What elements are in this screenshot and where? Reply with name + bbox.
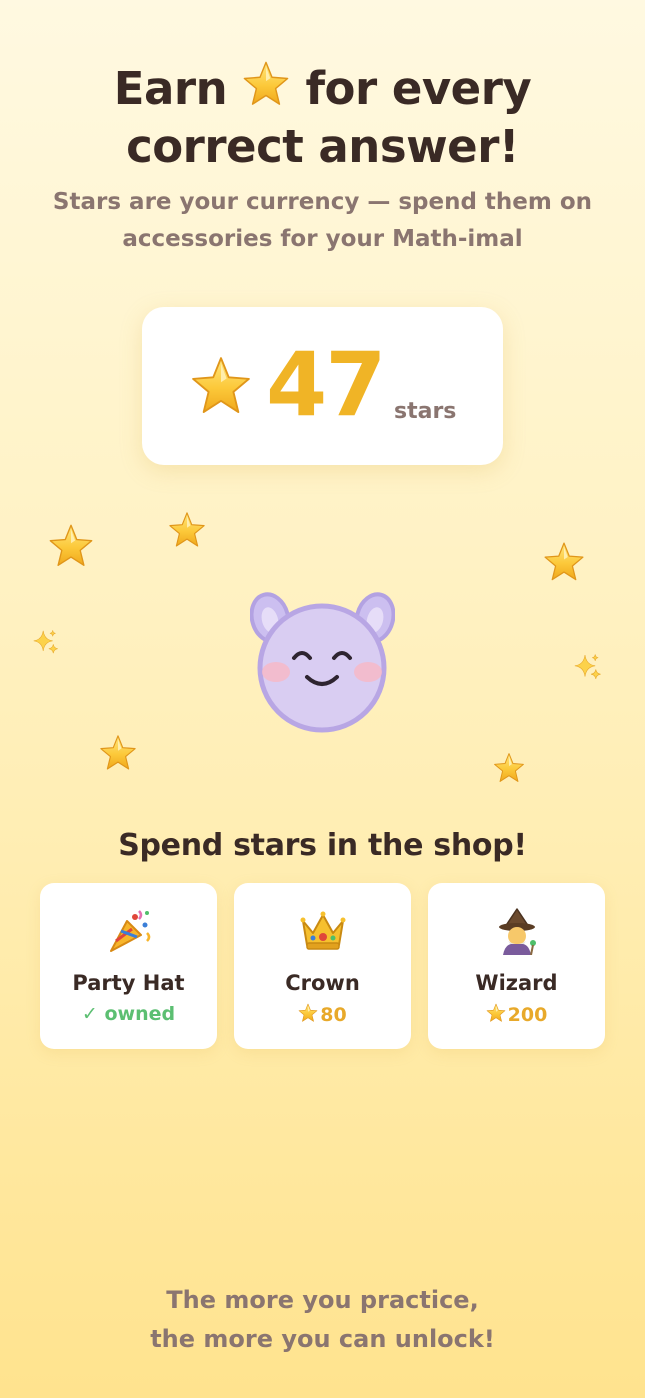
- shop-item-price: 200: [428, 1003, 605, 1028]
- shop-item-name: Party Hat: [72, 971, 185, 995]
- party-popper-icon: [40, 907, 217, 959]
- shop-item-name: Crown: [285, 971, 360, 995]
- star-icon: [99, 734, 137, 776]
- headline-line-1: Earn for every: [0, 60, 645, 120]
- star-icon: [493, 752, 525, 788]
- headline-part-2: for every: [290, 62, 532, 115]
- price-value: 80: [320, 1004, 347, 1026]
- star-icon: [168, 511, 206, 553]
- wizard-icon: [428, 907, 605, 959]
- shop-item-party-hat[interactable]: Party Hat ✓ owned: [40, 883, 217, 1049]
- shop-item-wizard[interactable]: Wizard 200: [428, 883, 605, 1049]
- star-icon: [486, 1003, 506, 1028]
- star-icon: [543, 541, 585, 587]
- price-value: 200: [507, 1004, 548, 1026]
- mathimal-face-icon: [249, 592, 396, 733]
- star-balance-value: 47: [266, 333, 386, 436]
- star-icon: [48, 523, 94, 573]
- star-icon: [190, 355, 252, 421]
- mathimal-mascot: [249, 590, 396, 735]
- star-balance-card: 47 stars: [142, 307, 503, 465]
- footer-line-2: the more you can unlock!: [150, 1325, 495, 1353]
- owned-badge: ✓ owned: [81, 1003, 176, 1025]
- headline: Earn for every correct answer!: [0, 60, 645, 174]
- star-icon: [242, 60, 290, 120]
- headline-part-1: Earn: [113, 62, 243, 115]
- shop-item-name: Wizard: [475, 971, 558, 995]
- star-icon: [298, 1003, 318, 1028]
- sparkles-icon: [573, 652, 603, 686]
- subheading: Stars are your currency — spend them on …: [52, 189, 593, 252]
- footer-line-1: The more you practice,: [166, 1286, 479, 1314]
- shop-item-crown[interactable]: Crown 80: [234, 883, 411, 1049]
- headline-line-2: correct answer!: [126, 120, 519, 173]
- shop-item-price: 80: [234, 1003, 411, 1028]
- sparkles-icon: [32, 628, 60, 660]
- footer-message: The more you practice, the more you can …: [0, 1281, 645, 1359]
- star-balance-unit: stars: [394, 399, 457, 424]
- shop-title: Spend stars in the shop!: [118, 828, 527, 863]
- crown-icon: [234, 907, 411, 959]
